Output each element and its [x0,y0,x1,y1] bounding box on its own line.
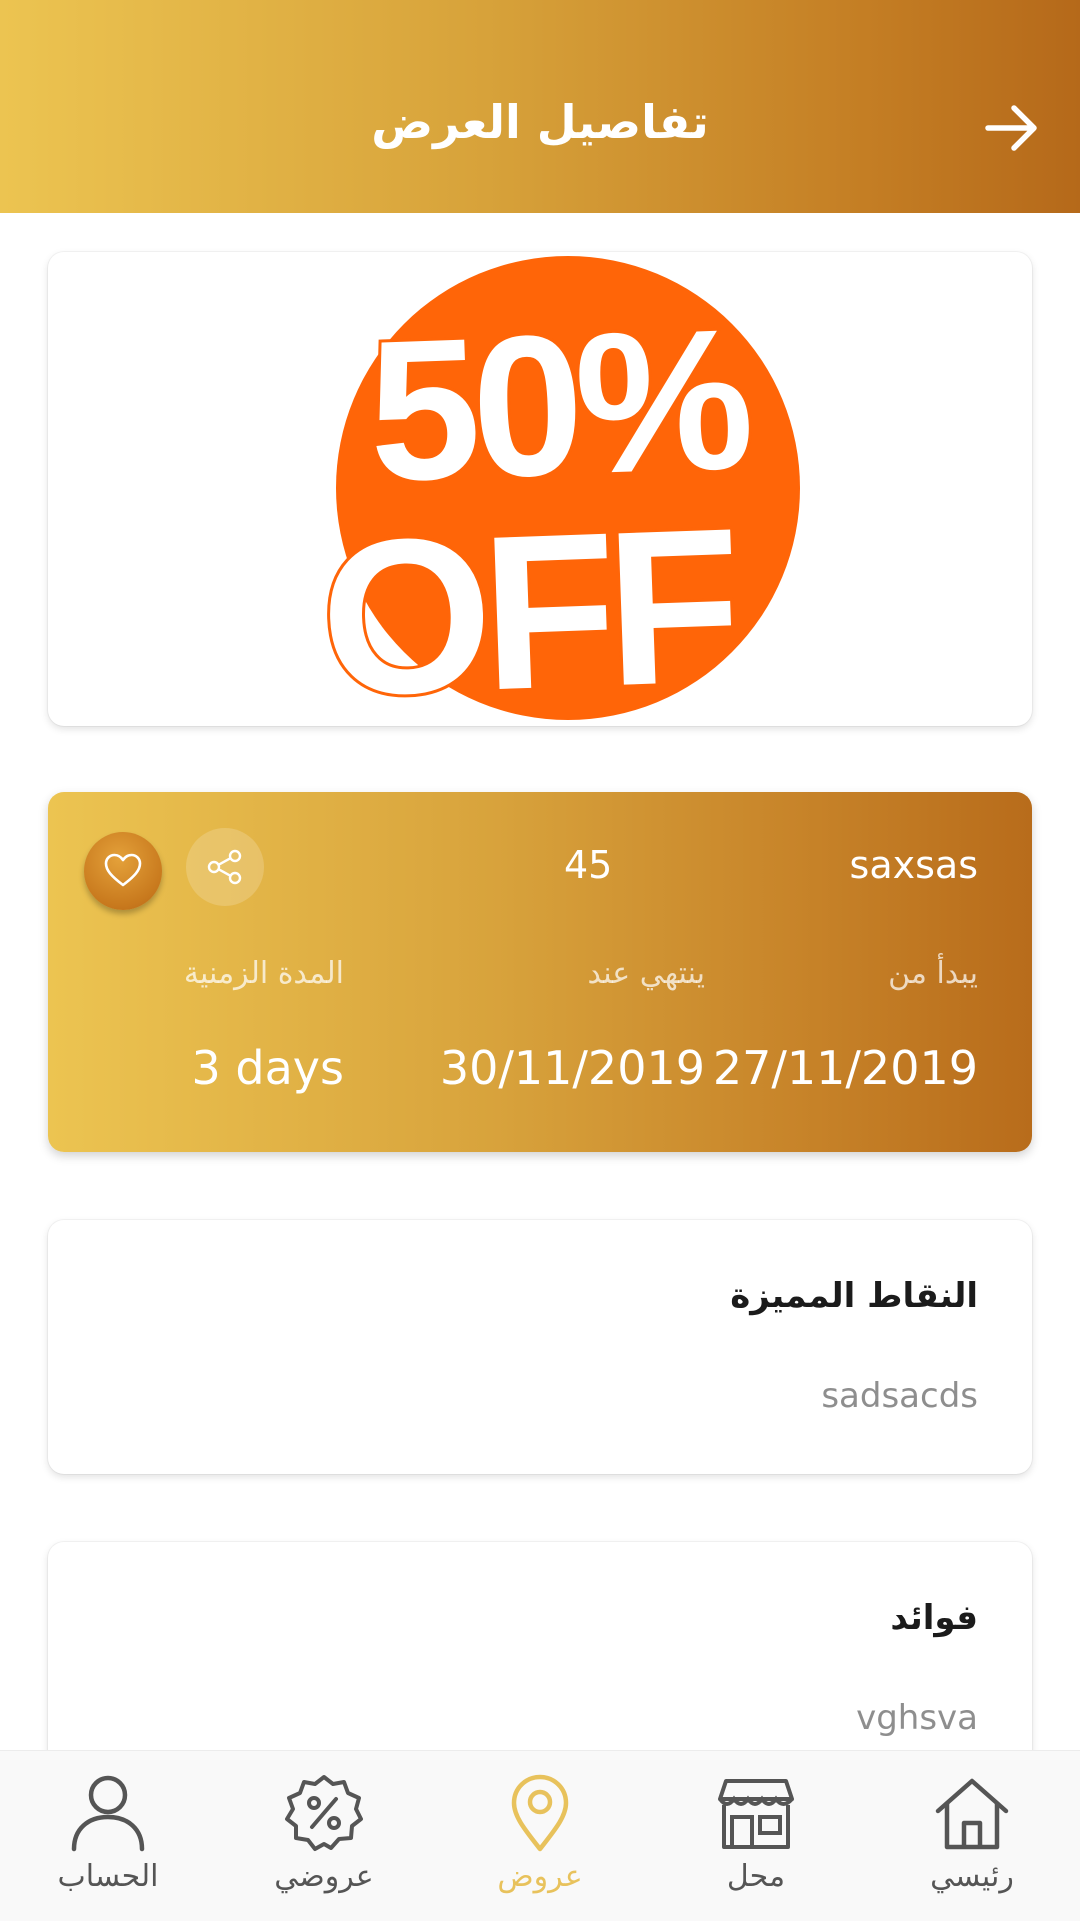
nav-item-store[interactable]: محل [648,1751,864,1921]
offer-points: 45 [564,843,613,887]
offer-image-card: 50% OFF [48,252,1032,726]
benefits-body: vghsva [856,1698,978,1738]
location-pin-icon [511,1774,569,1852]
favorite-button[interactable] [84,832,162,910]
back-arrow-icon[interactable] [982,98,1042,158]
offer-banner-image: 50% OFF [314,256,800,726]
start-date-label: يبدأ من [888,956,978,991]
highlights-body: sadsacds [821,1376,978,1416]
discount-badge-icon [285,1775,363,1851]
store-icon [718,1779,794,1849]
nav-item-account[interactable]: الحساب [0,1751,216,1921]
nav-label-account: الحساب [57,1859,159,1894]
app-header: تفاصيل العرض [0,0,1080,213]
heart-icon [104,853,142,887]
offer-name: saxsas [849,843,978,887]
end-date-label: ينتهي عند [587,956,705,991]
bottom-navigation: رئيسي محل عروض عروضي الحساب [0,1750,1080,1921]
nav-item-my-offers[interactable]: عروضي [216,1751,432,1921]
nav-item-home[interactable]: رئيسي [864,1751,1080,1921]
page-title: تفاصيل العرض [371,95,709,149]
duration-value: 3 days [191,1041,344,1095]
offer-info-card: saxsas 45 يبدأ من ينتهي عند المدة الزمني… [48,792,1032,1152]
user-icon [71,1775,145,1852]
nav-label-home: رئيسي [930,1859,1014,1894]
nav-label-store: محل [726,1859,786,1894]
nav-label-my-offers: عروضي [274,1859,374,1894]
highlights-card: النقاط المميزة sadsacds [48,1220,1032,1474]
benefits-title: فوائد [890,1598,978,1638]
duration-label: المدة الزمنية [183,956,344,991]
share-button[interactable] [186,828,264,906]
end-date-value: 30/11/2019 [439,1041,705,1095]
nav-item-offers[interactable]: عروض [432,1751,648,1921]
start-date-value: 27/11/2019 [712,1041,978,1095]
banner-off-text: OFF [317,482,738,726]
highlights-title: النقاط المميزة [730,1276,978,1316]
nav-label-offers: عروض [497,1859,583,1894]
share-icon [207,849,242,885]
home-icon [935,1778,1009,1850]
